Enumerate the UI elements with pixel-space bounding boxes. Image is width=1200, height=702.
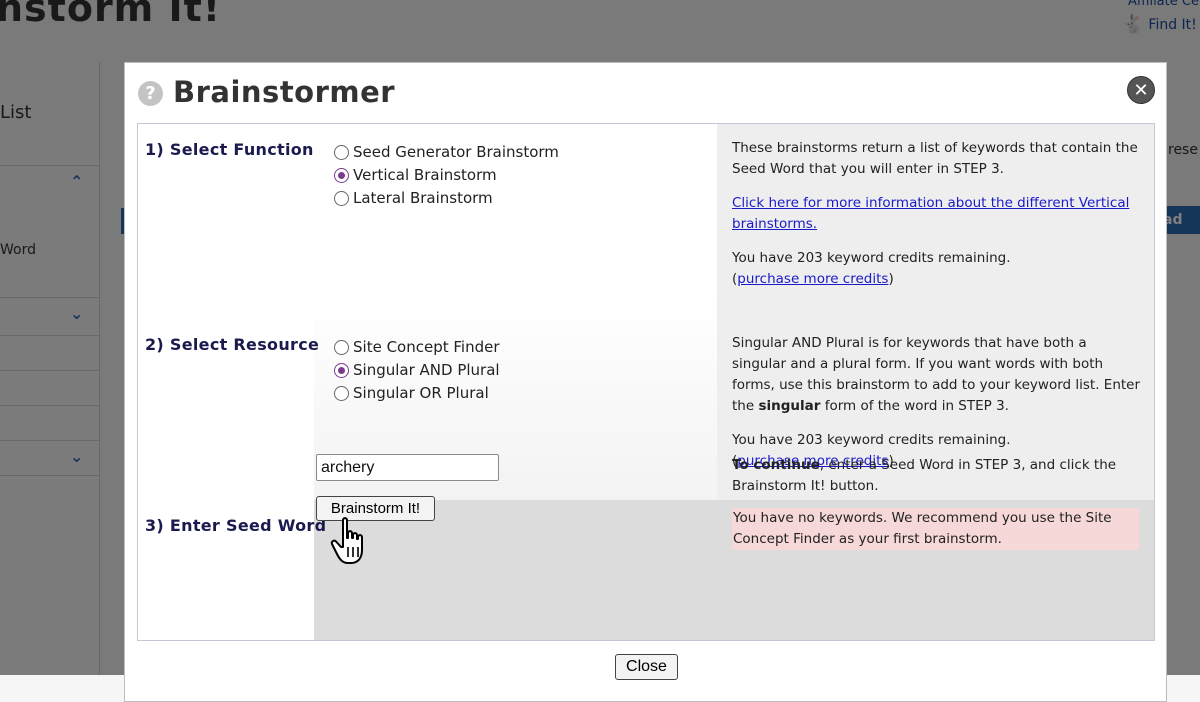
dialog-title: Brainstormer	[173, 75, 396, 109]
radio-label: Vertical Brainstorm	[353, 166, 497, 184]
step1-credits-text: You have 203 keyword credits remaining.	[732, 250, 1011, 266]
paren-close: )	[888, 271, 894, 287]
hand-cursor-icon	[330, 517, 363, 564]
radio-button[interactable]	[334, 339, 349, 355]
step2-description: Singular AND Plural is for keywords that…	[732, 333, 1142, 417]
step2-label: 2) Select Resource	[145, 335, 320, 354]
continue-bold: To continue	[732, 457, 820, 473]
radio-label: Singular AND Plural	[353, 361, 500, 379]
step2-credits-text: You have 203 keyword credits remaining.	[732, 432, 1011, 448]
step1-description: These brainstorms return a list of keywo…	[732, 140, 1138, 177]
close-button[interactable]: Close	[615, 654, 678, 680]
radio-vertical-brainstorm[interactable]: Vertical Brainstorm	[334, 166, 497, 184]
radio-seed-generator[interactable]: Seed Generator Brainstorm	[334, 143, 559, 161]
radio-singular-or-plural[interactable]: Singular OR Plural	[334, 384, 489, 402]
no-keywords-warning: You have no keywords. We recommend you u…	[732, 508, 1139, 550]
seed-word-input[interactable]	[316, 454, 499, 481]
brainstormer-dialog: ? Brainstormer ✕ 1) Select Function Seed…	[124, 62, 1167, 702]
radio-label: Seed Generator Brainstorm	[353, 143, 559, 161]
step1-label: 1) Select Function	[145, 140, 314, 159]
brainstorm-form: 1) Select Function Seed Generator Brains…	[137, 123, 1155, 641]
step3-label: 3) Enter Seed Word	[145, 516, 327, 535]
step2-text-bold: singular	[758, 398, 821, 414]
help-icon[interactable]: ?	[138, 81, 163, 106]
radio-singular-and-plural[interactable]: Singular AND Plural	[334, 361, 500, 379]
step2-text-b: form of the word in STEP 3.	[820, 398, 1009, 414]
step1-info: These brainstorms return a list of keywo…	[732, 138, 1142, 290]
radio-lateral-brainstorm[interactable]: Lateral Brainstorm	[334, 189, 493, 207]
radio-button-checked[interactable]	[334, 362, 349, 378]
radio-button-checked[interactable]	[334, 167, 349, 183]
vertical-info-link[interactable]: Click here for more information about th…	[732, 195, 1129, 232]
radio-button[interactable]	[334, 385, 349, 401]
purchase-credits-link[interactable]: purchase more credits	[737, 271, 888, 287]
radio-button[interactable]	[334, 190, 349, 206]
close-icon[interactable]: ✕	[1127, 76, 1155, 104]
step2-info: Singular AND Plural is for keywords that…	[732, 333, 1142, 472]
radio-site-concept-finder[interactable]: Site Concept Finder	[334, 338, 500, 356]
step-labels-column	[138, 124, 314, 640]
radio-button[interactable]	[334, 144, 349, 160]
radio-label: Lateral Brainstorm	[353, 189, 493, 207]
continue-instructions: To continue, enter a Seed Word in STEP 3…	[732, 455, 1142, 497]
radio-label: Site Concept Finder	[353, 338, 500, 356]
radio-label: Singular OR Plural	[353, 384, 489, 402]
